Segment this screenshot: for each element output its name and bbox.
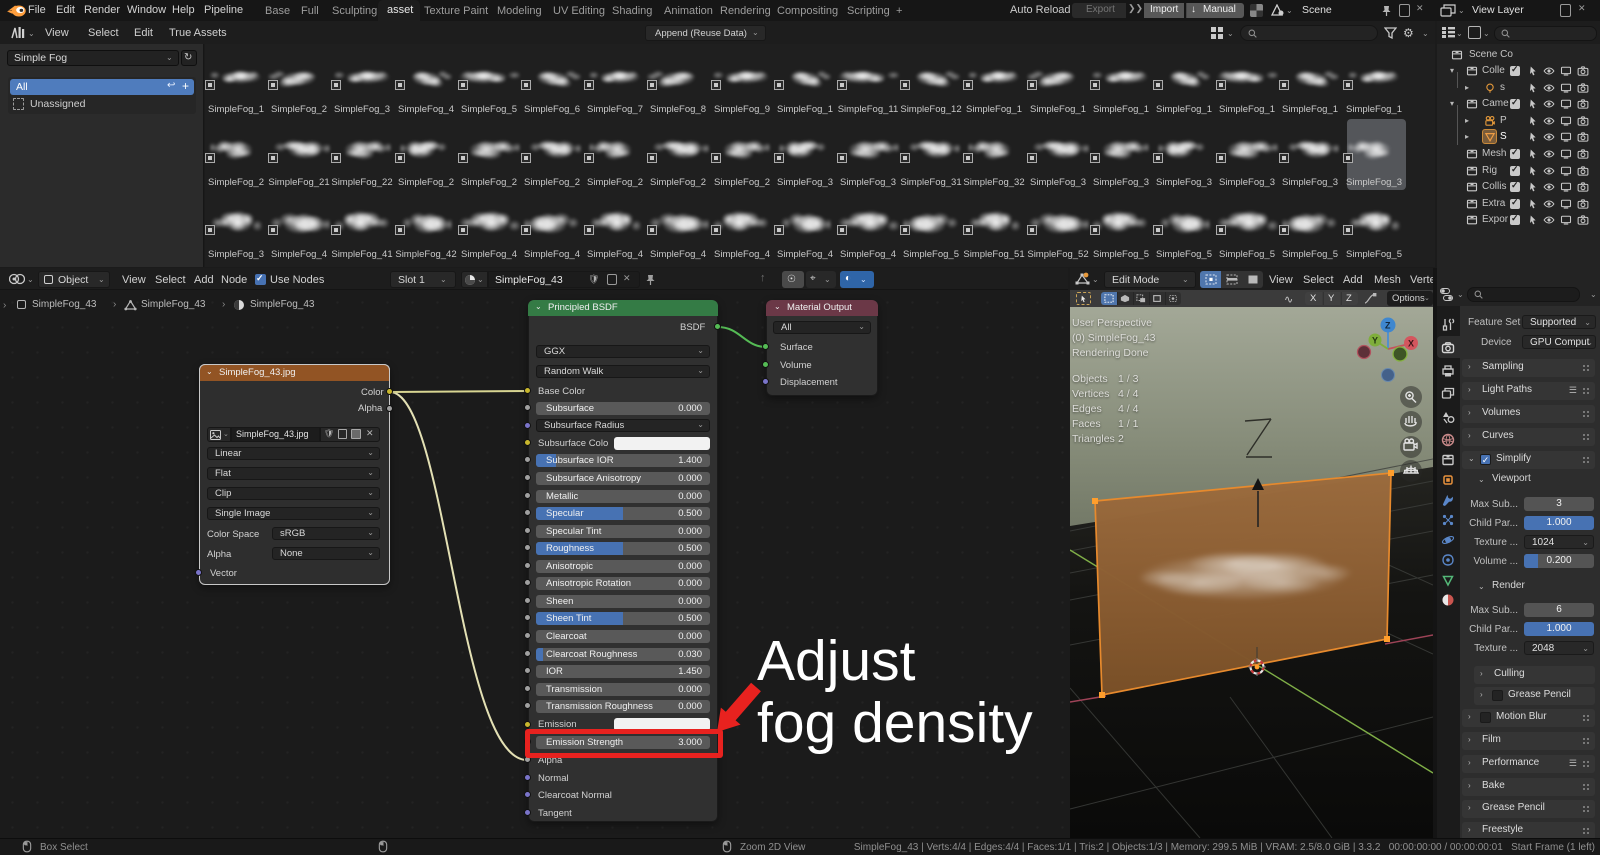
svg-text:Z: Z [1385,321,1391,331]
svg-text:Y: Y [1372,336,1378,346]
svg-text:X: X [1408,339,1414,349]
